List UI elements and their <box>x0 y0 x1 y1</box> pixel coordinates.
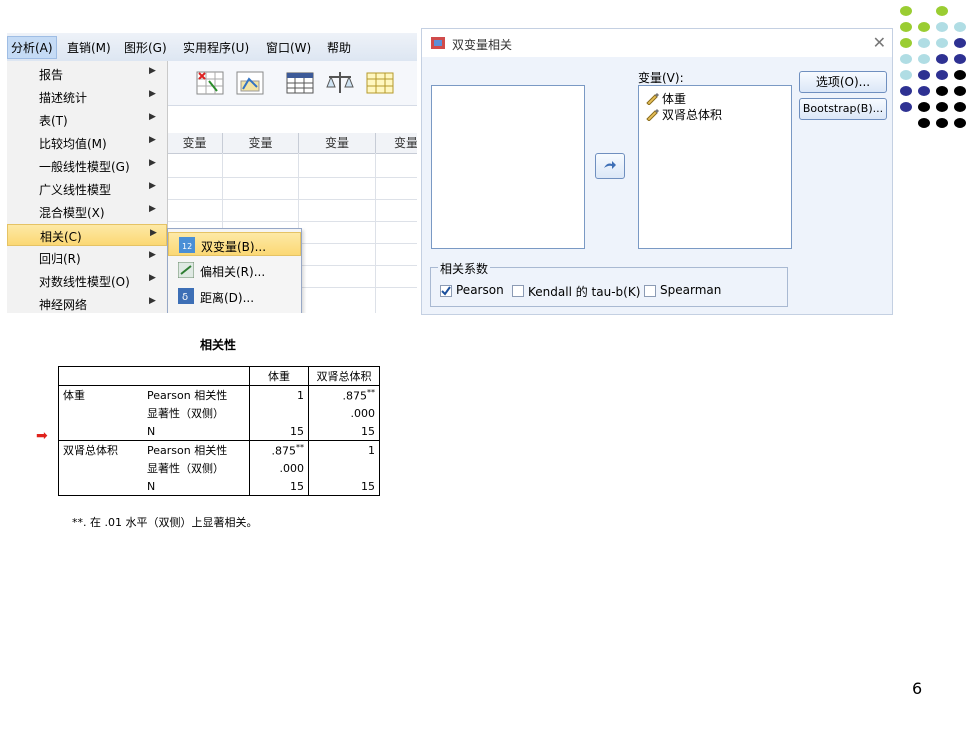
correlate-submenu: 12 双变量(B)... 偏相关(R)... δ 距离(D)... <box>167 228 302 313</box>
scale-variable-icon <box>646 93 659 105</box>
submenu-item-distances[interactable]: δ 距离(D)... <box>168 284 301 308</box>
menu-item-correlate[interactable]: 相关(C) ▶ <box>7 224 167 246</box>
pearson-label: Pearson <box>456 283 504 297</box>
weight-cases-icon[interactable] <box>325 69 355 97</box>
table-row: N 15 15 <box>58 422 380 441</box>
dialog-title: 双变量相关 <box>452 38 513 52</box>
svg-text:δ: δ <box>182 292 188 303</box>
menu-item-glm[interactable]: 一般线性模型(G) ▶ <box>7 155 167 177</box>
target-variable-list[interactable]: 体重 双肾总体积 <box>638 85 792 249</box>
column-header[interactable]: 变量 <box>376 133 417 154</box>
svg-text:12: 12 <box>182 242 192 251</box>
table-row: 显著性（双侧） .000 <box>58 404 380 422</box>
partial-icon <box>178 262 194 278</box>
page-number: 6 <box>912 679 923 698</box>
spss-window: 分析(A) 直销(M) 图形(G) 实用程序(U) 窗口(W) 帮助 变量 变量… <box>7 33 417 313</box>
menu-item-generalized-linear[interactable]: 广义线性模型 ▶ <box>7 178 167 200</box>
menu-direct-marketing[interactable]: 直销(M) <box>67 39 111 56</box>
spearman-checkbox[interactable] <box>644 285 656 297</box>
analyze-menu: 报告 ▶ 描述统计 ▶ 表(T) ▶ 比较均值(M) ▶ 一般线性模型(G) ▶ 广义线性… <box>7 61 168 313</box>
close-icon[interactable]: ✕ <box>873 33 886 52</box>
variable-item[interactable]: 双肾总体积 <box>645 106 722 123</box>
grid-line <box>375 153 376 313</box>
submenu-item-bivariate[interactable]: 12 双变量(B)... <box>168 232 301 256</box>
menu-item-mixed[interactable]: 混合模型(X) ▶ <box>7 201 167 223</box>
table-header-row: 体重 双肾总体积 <box>58 366 380 386</box>
table-footnote: **. 在 .01 水平（双侧）上显著相关。 <box>72 516 258 529</box>
correlation-coefficients-label: 相关系数 <box>438 260 491 277</box>
toolbar <box>167 61 417 106</box>
pointer-arrow-icon: ➡ <box>36 428 48 444</box>
menu-item-compare-means[interactable]: 比较均值(M) ▶ <box>7 132 167 154</box>
column-header[interactable]: 变量 <box>167 133 223 154</box>
menu-item-loglinear[interactable]: 对数线性模型(O) ▶ <box>7 270 167 292</box>
column-header[interactable]: 变量 <box>223 133 299 154</box>
select-cases-icon[interactable] <box>195 69 225 97</box>
col-header-kidney: 双肾总体积 <box>316 370 372 383</box>
menu-help[interactable]: 帮助 <box>327 39 351 56</box>
menu-item-regression[interactable]: 回归(R) ▶ <box>7 247 167 269</box>
distances-icon: δ <box>178 288 194 304</box>
dialog-app-icon <box>431 37 445 49</box>
pearson-checkbox[interactable] <box>440 285 452 297</box>
menu-graphs[interactable]: 图形(G) <box>124 39 167 56</box>
submenu-item-partial[interactable]: 偏相关(R)... <box>168 258 301 282</box>
table-row: 显著性（双侧） .000 <box>58 459 380 477</box>
variables-label: 变量(V): <box>638 71 684 85</box>
options-button[interactable]: 选项(O)... <box>799 71 887 93</box>
menu-window[interactable]: 窗口(W) <box>266 39 311 56</box>
grid-line <box>167 199 417 200</box>
source-variable-list[interactable] <box>431 85 585 249</box>
column-header[interactable]: 变量 <box>299 133 376 154</box>
dialog-titlebar: 双变量相关 <box>422 29 892 57</box>
menu-item-reports[interactable]: 报告 ▶ <box>7 63 167 85</box>
kendall-checkbox[interactable] <box>512 285 524 297</box>
grid-line <box>167 221 417 222</box>
bivariate-dialog: 双变量相关 ✕ 变量(V): 体重 双肾总体积 选项(O)... Bootstr… <box>421 28 893 315</box>
chart-editor-icon[interactable] <box>235 69 265 97</box>
table-row: 体重 Pearson 相关性 1 .875** <box>58 385 380 404</box>
move-variable-button[interactable] <box>595 153 625 179</box>
menubar: 分析(A) 直销(M) 图形(G) 实用程序(U) 窗口(W) 帮助 <box>7 33 417 62</box>
spearman-label: Spearman <box>660 283 722 297</box>
check-icon <box>441 286 451 296</box>
kendall-label: Kendall 的 tau-b(K) <box>528 285 641 299</box>
col-header-weight: 体重 <box>249 366 309 386</box>
scale-variable-icon <box>646 109 659 121</box>
menu-item-descriptive[interactable]: 描述统计 ▶ <box>7 86 167 108</box>
table-row: 双肾总体积 Pearson 相关性 .875** 1 <box>58 440 380 459</box>
menu-item-tables[interactable]: 表(T) ▶ <box>7 109 167 131</box>
split-file-icon[interactable] <box>365 69 395 97</box>
grid-line <box>167 177 417 178</box>
arrow-right-icon <box>604 161 616 169</box>
output-table-title: 相关性 <box>200 338 237 352</box>
decorative-dots <box>890 0 980 135</box>
bivariate-icon: 12 <box>179 237 195 253</box>
menu-utilities[interactable]: 实用程序(U) <box>183 39 249 56</box>
table-row: N 15 15 <box>58 477 380 496</box>
menu-item-neural-networks[interactable]: 神经网络 ▶ <box>7 293 167 313</box>
bootstrap-button[interactable]: Bootstrap(B)... <box>799 98 887 120</box>
correlations-table: 体重 双肾总体积 体重 Pearson 相关性 1 .875** 显著性（双侧）… <box>58 366 380 496</box>
variable-item[interactable]: 体重 <box>645 90 686 107</box>
menu-analyze[interactable]: 分析(A) <box>7 36 57 59</box>
data-grid-icon[interactable] <box>285 69 315 97</box>
